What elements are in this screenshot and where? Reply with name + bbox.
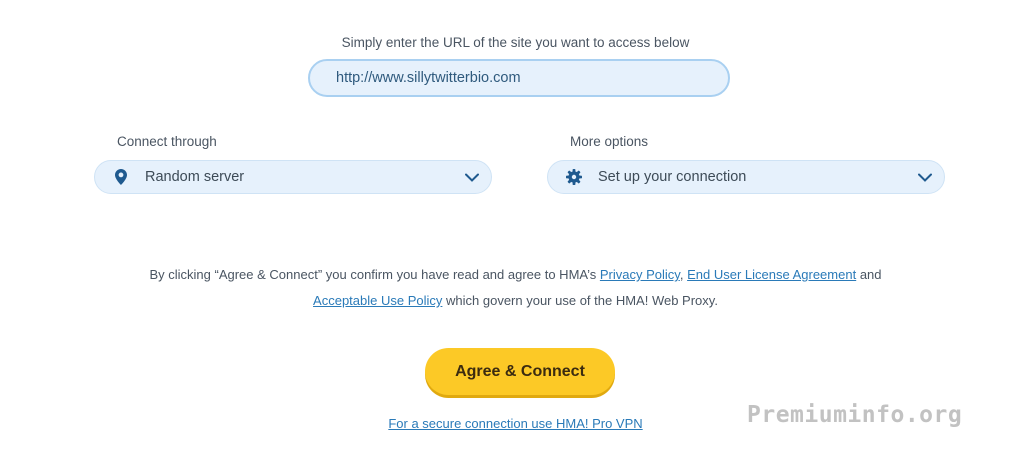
server-select-value: Random server (145, 169, 245, 185)
connect-through-label: Connect through (117, 134, 217, 149)
hma-pro-vpn-link[interactable]: For a secure connection use HMA! Pro VPN (388, 416, 642, 431)
consent-suffix: which govern your use of the HMA! Web Pr… (446, 293, 718, 308)
gear-icon (566, 169, 582, 185)
chevron-down-icon (465, 172, 479, 182)
agree-connect-button[interactable]: Agree & Connect (425, 348, 615, 395)
url-input[interactable] (308, 59, 730, 97)
consent-separator: , (679, 267, 684, 282)
consent-prefix: By clicking “Agree & Connect” you confir… (149, 267, 597, 282)
acceptable-use-policy-link[interactable]: Acceptable Use Policy (313, 293, 442, 308)
connection-options-select[interactable]: Set up your connection (547, 160, 945, 194)
url-instructions-label: Simply enter the URL of the site you wan… (341, 35, 690, 50)
server-select[interactable]: Random server (94, 160, 492, 194)
chevron-down-icon (918, 172, 932, 182)
eula-link[interactable]: End User License Agreement (687, 267, 856, 282)
privacy-policy-link[interactable]: Privacy Policy (600, 267, 680, 282)
connection-options-value: Set up your connection (598, 169, 747, 185)
location-pin-icon (113, 169, 129, 185)
watermark: Premiuminfo.org (747, 402, 963, 428)
consent-text: By clicking “Agree & Connect” you confir… (0, 262, 1031, 314)
consent-and: and (859, 267, 882, 282)
more-options-label: More options (570, 134, 649, 149)
